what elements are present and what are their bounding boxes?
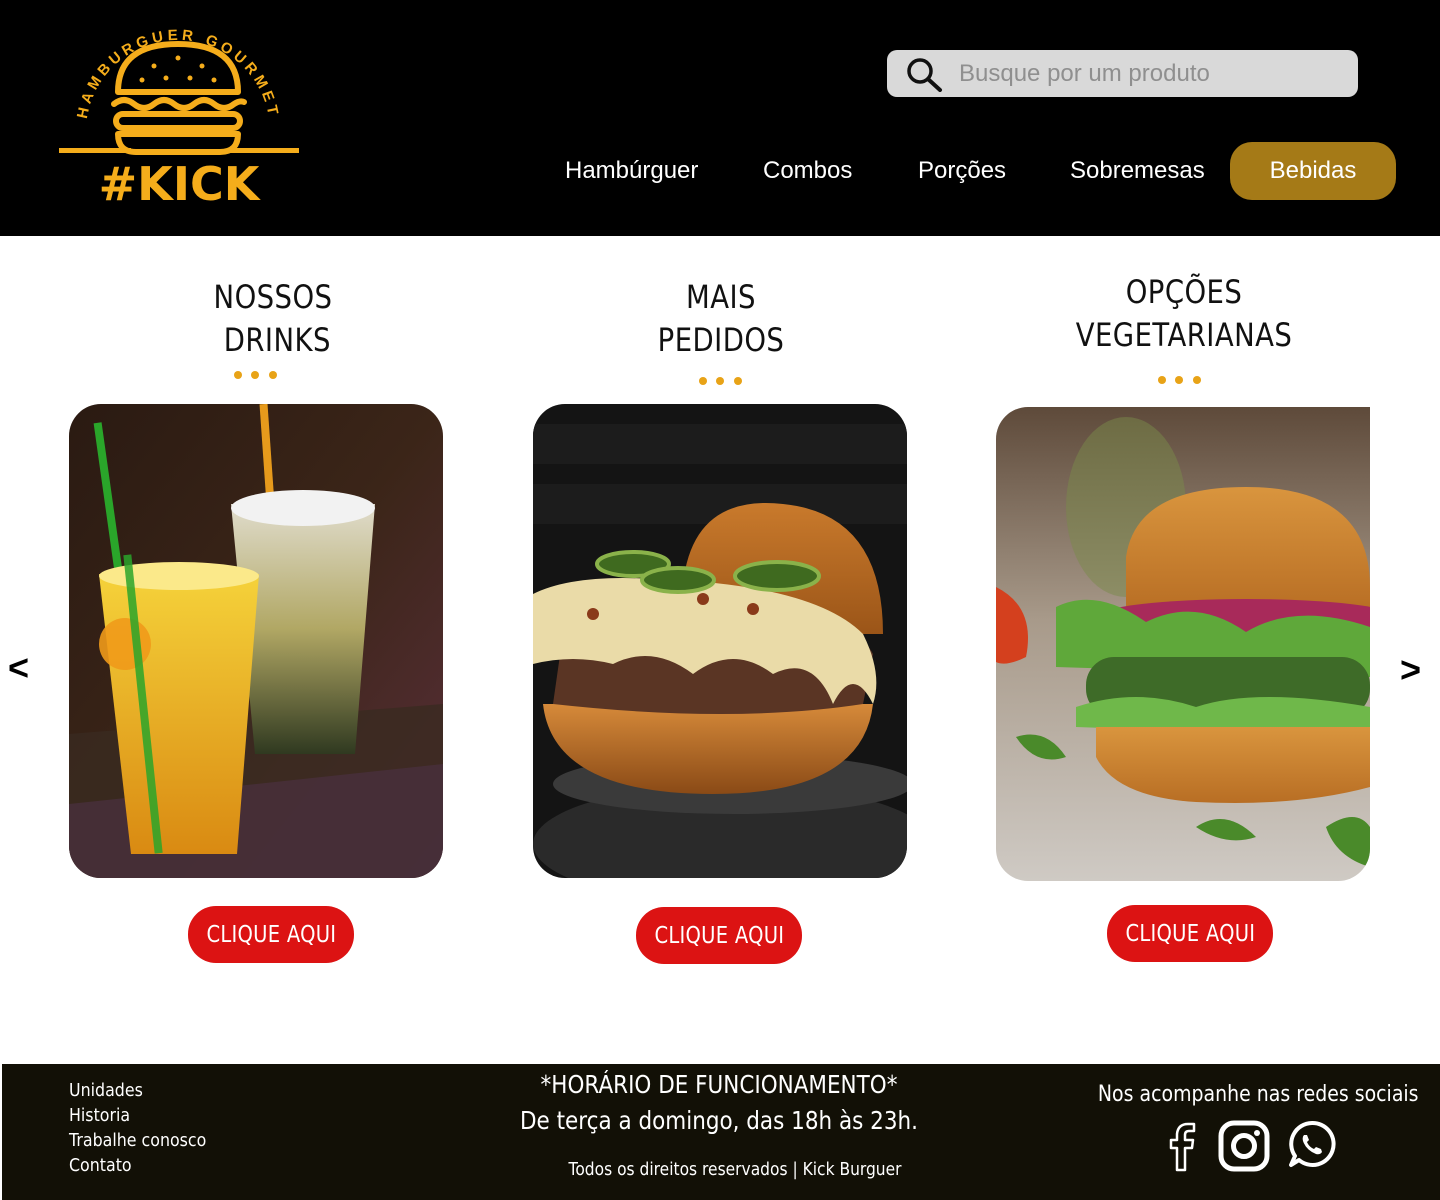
category-title-line2: VEGETARIANAS bbox=[1075, 316, 1293, 354]
nav-hamburguer[interactable]: Hambúrguer bbox=[565, 142, 715, 200]
kick-logo[interactable]: HAMBURGUER GOURMET #KICK bbox=[56, 14, 302, 211]
nav-sobremesas[interactable]: Sobremesas bbox=[1070, 142, 1220, 200]
nav-combos[interactable]: Combos bbox=[763, 142, 873, 200]
cta-button-mais-pedidos[interactable]: CLIQUE AQUI bbox=[636, 907, 802, 964]
site-footer: Unidades Historia Trabalhe conosco Conta… bbox=[2, 1064, 1440, 1200]
category-title-drinks: NOSSOS DRINKS bbox=[148, 276, 397, 362]
category-title-line1: OPÇÕES bbox=[1125, 273, 1243, 311]
card-image-drinks[interactable] bbox=[69, 404, 443, 878]
cta-button-drinks[interactable]: CLIQUE AQUI bbox=[188, 906, 354, 963]
search-icon[interactable] bbox=[905, 56, 945, 92]
cta-label: CLIQUE AQUI bbox=[1125, 920, 1255, 947]
decorative-dots bbox=[1158, 376, 1204, 386]
site-header: HAMBURGUER GOURMET #KICK Busque por um p… bbox=[0, 0, 1440, 236]
svg-text:#KICK: #KICK bbox=[99, 157, 262, 210]
facebook-icon[interactable] bbox=[1168, 1122, 1198, 1172]
category-title-mais-pedidos: MAIS PEDIDOS bbox=[596, 276, 845, 362]
whatsapp-icon[interactable] bbox=[1288, 1120, 1336, 1168]
category-title-vegetarianas: OPÇÕES VEGETARIANAS bbox=[1055, 271, 1313, 357]
search-bar bbox=[887, 50, 1358, 97]
nav-bebidas[interactable]: Bebidas bbox=[1230, 142, 1396, 200]
page: HAMBURGUER GOURMET #KICK Busque por um p… bbox=[0, 0, 1440, 1200]
card-image-vegetarianas[interactable] bbox=[996, 407, 1370, 881]
carousel-next-arrow[interactable]: > bbox=[1400, 650, 1421, 690]
decorative-dots bbox=[699, 377, 745, 387]
category-title-line2: DRINKS bbox=[223, 321, 331, 359]
nav-porcoes[interactable]: Porções bbox=[918, 142, 1028, 200]
card-image-mais-pedidos[interactable] bbox=[533, 404, 907, 878]
decorative-dots bbox=[234, 371, 280, 381]
instagram-icon[interactable] bbox=[1218, 1120, 1270, 1172]
category-title-line2: PEDIDOS bbox=[657, 321, 785, 359]
cta-button-vegetarianas[interactable]: CLIQUE AQUI bbox=[1107, 905, 1273, 962]
hours-text: De terça a domingo, das 18h às 23h. bbox=[519, 1106, 918, 1135]
social-title: Nos acompanhe nas redes sociais bbox=[1097, 1082, 1419, 1107]
cta-label: CLIQUE AQUI bbox=[206, 921, 336, 948]
carousel-prev-arrow[interactable]: < bbox=[8, 648, 29, 688]
category-title-line1: MAIS bbox=[686, 278, 756, 316]
cta-label: CLIQUE AQUI bbox=[654, 922, 784, 949]
category-title-line1: NOSSOS bbox=[213, 278, 333, 316]
search-input[interactable] bbox=[959, 50, 1339, 97]
